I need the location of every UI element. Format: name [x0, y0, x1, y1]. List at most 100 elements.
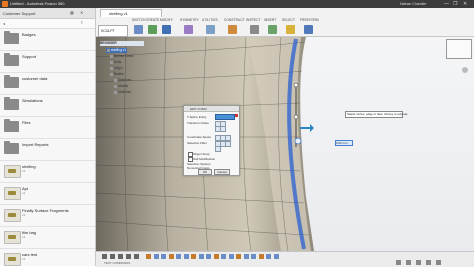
folder-item[interactable]: Simulations	[0, 95, 95, 117]
zoom-icon[interactable]	[462, 67, 468, 73]
ok-button[interactable]: OK	[198, 169, 212, 175]
folder-item[interactable]: Support	[0, 51, 95, 73]
timeline-feature-icon[interactable]	[213, 254, 219, 259]
timeline-feature-icon[interactable]	[206, 254, 211, 259]
browser-title[interactable]: BROWSER	[100, 41, 144, 46]
face-filter-icon[interactable]	[225, 141, 231, 147]
workspace-mode-button[interactable]: SCULPT	[98, 25, 128, 37]
back-arrow-icon[interactable]: ◂	[3, 21, 5, 26]
tab-symmetry[interactable]: SYMMETRY	[180, 18, 199, 22]
tab-utilities[interactable]: UTILITIES	[202, 18, 218, 22]
tab-select[interactable]: SELECT	[282, 18, 295, 22]
maximize-button[interactable]: ❐	[453, 1, 457, 7]
tab-inspect[interactable]: INSPECT	[246, 18, 261, 22]
edit-form-icon[interactable]	[162, 25, 171, 34]
project-name[interactable]: Customer Support	[3, 11, 35, 16]
insert-icon[interactable]	[268, 25, 277, 34]
body-filter-icon[interactable]	[215, 146, 221, 152]
design-item[interactable]: shelling v1	[0, 161, 95, 183]
timeline-feature-icon[interactable]	[273, 254, 279, 259]
browser-node[interactable]: Models	[114, 84, 128, 89]
timeline-feature-icon[interactable]	[236, 254, 241, 259]
timeline-feature-icon[interactable]	[168, 254, 174, 259]
scale-icon[interactable]	[220, 126, 226, 132]
last-step-icon[interactable]	[134, 254, 139, 259]
tab-insert[interactable]: INSERT	[264, 18, 276, 22]
view-cube[interactable]	[446, 39, 472, 59]
timeline-feature-icon[interactable]	[266, 254, 271, 259]
tab-freeform[interactable]: FREEFORM	[300, 18, 319, 22]
orbit-icon[interactable]	[396, 260, 401, 265]
zoom-window-icon[interactable]	[416, 260, 421, 265]
browser-node[interactable]: Sketches	[114, 78, 131, 83]
manipulator-handle-top[interactable]	[293, 82, 299, 88]
create-box-icon[interactable]	[148, 25, 157, 34]
design-item[interactable]: Finally Surface Fragments v1	[0, 205, 95, 227]
browser-node[interactable]: Origin	[110, 66, 123, 71]
finish-form-icon[interactable]	[304, 25, 313, 34]
design-item[interactable]: film bag v1	[0, 227, 95, 249]
timeline-feature-icon[interactable]	[191, 254, 196, 259]
design-item[interactable]: Apt v1	[0, 183, 95, 205]
folder-item[interactable]: Files	[0, 117, 95, 139]
move-arrow-x[interactable]	[300, 124, 314, 132]
browser-node[interactable]: Bodies	[110, 72, 124, 77]
entity-selector[interactable]	[215, 114, 235, 120]
folder-item[interactable]: customer data	[0, 73, 95, 95]
close-button[interactable]: ✕	[463, 1, 467, 7]
manipulator-center[interactable]	[294, 137, 302, 145]
folder-item[interactable]: Import Reports	[0, 139, 95, 161]
browser-node[interactable]: shelling v1	[106, 48, 128, 53]
grid-settings-icon[interactable]	[436, 260, 441, 265]
timeline-feature-icon[interactable]	[146, 254, 151, 259]
timeline-feature-icon[interactable]	[153, 254, 159, 259]
browser-node[interactable]: Sketches	[114, 90, 131, 95]
timeline-feature-icon[interactable]	[243, 254, 249, 259]
main-toolbar: shelling v1 SKETCH CREATE MODIFY SYMMETRY UT…	[96, 8, 474, 37]
timeline-feature-icon[interactable]	[198, 254, 204, 259]
clear-selection-icon[interactable]	[235, 114, 238, 117]
timeline-feature-icon[interactable]	[221, 254, 226, 259]
user-name[interactable]: Nathan Chandler	[400, 2, 426, 6]
next-step-icon[interactable]	[126, 254, 131, 259]
select-arrow-icon[interactable]	[286, 25, 295, 34]
cancel-button[interactable]: Cancel	[214, 169, 230, 175]
dialog-header: EDIT FORM	[184, 106, 239, 112]
timeline-feature-icon[interactable]	[183, 254, 189, 259]
construct-plane-icon[interactable]	[228, 25, 237, 34]
sketch-tool-icon[interactable]	[134, 25, 143, 34]
utilities-icon[interactable]	[206, 25, 215, 34]
browser-node[interactable]: Units	[110, 60, 121, 65]
tab-construct[interactable]: CONSTRUCT	[224, 18, 245, 22]
timeline-feature-icon[interactable]	[161, 254, 166, 259]
data-panel: Customer Support ▦ ✕ ◂ ⇪ Badges Support cu…	[0, 8, 96, 266]
upload-icon[interactable]: ⇪	[80, 20, 83, 25]
data-panel-toolbar: ◂ ⇪	[0, 19, 95, 29]
minimize-button[interactable]: —	[444, 1, 449, 7]
grid-view-icon[interactable]: ▦	[70, 10, 74, 15]
folder-item[interactable]: Badges	[0, 29, 95, 51]
model-canvas[interactable]: BROWSER shelling v1 Named Views Units Origin…	[96, 37, 474, 251]
browser-node[interactable]: Named Views	[110, 54, 134, 59]
timeline-feature-icon[interactable]	[251, 254, 256, 259]
pan-icon[interactable]	[406, 260, 411, 265]
close-panel-icon[interactable]: ✕	[80, 10, 83, 15]
timeline-feature-icon[interactable]	[258, 254, 264, 259]
first-step-icon[interactable]	[102, 254, 107, 259]
timeline-feature-icon[interactable]	[228, 254, 234, 259]
previous-step-icon[interactable]	[110, 254, 115, 259]
display-settings-icon[interactable]	[426, 260, 431, 265]
symmetry-icon[interactable]	[184, 25, 193, 34]
browser-node-label: shelling v1	[111, 48, 127, 52]
inspect-icon[interactable]	[250, 25, 259, 34]
text-commands-label[interactable]: TEXT COMMANDS	[104, 261, 130, 265]
tab-create[interactable]: CREATE	[146, 18, 159, 22]
document-tab[interactable]: shelling v1	[100, 9, 162, 17]
tab-modify[interactable]: MODIFY	[160, 18, 173, 22]
distance-value-input[interactable]: 0.00 mm	[335, 140, 353, 146]
manipulator-handle-mid[interactable]	[293, 114, 299, 120]
play-icon[interactable]	[118, 254, 123, 259]
timeline-feature-icon[interactable]	[176, 254, 181, 259]
design-item[interactable]: cars test v1	[0, 249, 95, 266]
tab-sketch[interactable]: SKETCH	[132, 18, 146, 22]
